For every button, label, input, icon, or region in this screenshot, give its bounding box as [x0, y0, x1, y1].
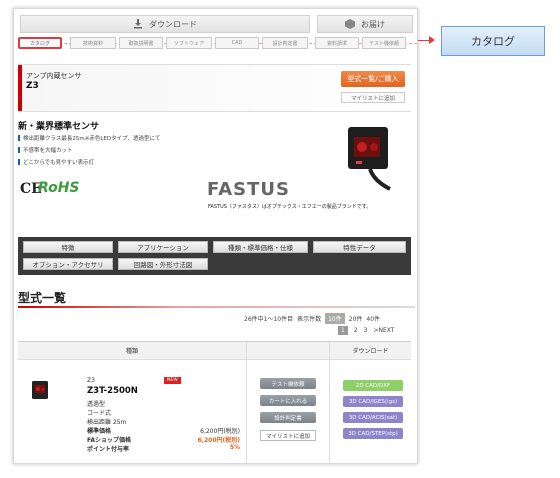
- points-rate: 5%: [229, 444, 240, 451]
- product-model: Z3: [26, 81, 39, 91]
- tab-catalog[interactable]: カタログ: [18, 37, 62, 49]
- item-spec: コード式: [87, 410, 112, 417]
- dl-3d-acis-button[interactable]: 3D CAD/ACIS(sat): [343, 412, 403, 423]
- sensor-product-image: [348, 127, 391, 191]
- feature-item: 検出距離クラス最長25m※赤色LEDタイプ、透過型にて: [18, 134, 160, 142]
- fastus-note: FASTUS（ファスタス）はオプテックス・エフエーの製品ブランドです。: [208, 204, 372, 210]
- nav-types-specs[interactable]: 種類・標準価格・仕様: [213, 241, 308, 253]
- col-action-header: [247, 342, 329, 360]
- tab-software[interactable]: ソフトウェア: [166, 37, 212, 49]
- pagination: 1 2 3 >NEXT: [338, 326, 394, 335]
- download-icon: [134, 19, 142, 29]
- page-2[interactable]: 2: [354, 327, 358, 334]
- item-series: Z3: [87, 377, 95, 384]
- nav-applications[interactable]: アプリケーション: [118, 241, 208, 253]
- feature-item: 不感帯を大幅カット: [18, 146, 73, 154]
- per-page-label: 表示件数: [297, 316, 322, 323]
- col-type-header: 種類: [18, 342, 246, 360]
- product-category: アンプ内蔵センサ: [26, 72, 82, 80]
- col-divider: [246, 342, 247, 463]
- fastus-logo: FASTUS: [207, 179, 290, 200]
- favorite-header-label: お届け: [361, 19, 385, 29]
- item-spec: 透過型: [87, 401, 106, 408]
- fa-price: 6,200円(税別): [197, 437, 240, 444]
- catalog-page: ダウンロード お届け カタログ 技術資料 取扱説明書 ソフトウェア CAD 設計…: [13, 8, 418, 464]
- item-model[interactable]: Z3T-2500N: [87, 386, 138, 396]
- feature-item: どこからでも見やすい表示灯: [18, 158, 94, 166]
- item-mylist-button[interactable]: マイリストに追加: [260, 430, 316, 441]
- tab-design-judgment[interactable]: 設計判定書: [262, 37, 308, 49]
- nav-characteristics[interactable]: 特性データ: [313, 241, 406, 253]
- feature-navigation: 特徴 アプリケーション 種類・標準価格・仕様 特性データ オプション・アクセサリ…: [18, 237, 411, 275]
- dl-2d-dxf-button[interactable]: 2D CAD/DXF: [343, 380, 403, 391]
- rohs-logo: RoHS: [38, 180, 80, 196]
- list-price: 6,200円(税別): [200, 428, 240, 435]
- tab-manual[interactable]: 取扱説明書: [119, 37, 163, 49]
- model-list-button[interactable]: 型式一覧/ご購入: [341, 71, 405, 87]
- points-label: ポイント付与率: [87, 446, 130, 453]
- price-label: 標準価格: [87, 428, 112, 435]
- section-divider: [18, 306, 415, 308]
- item-spec: 検出距離 25m: [87, 419, 127, 426]
- tab-test-unit[interactable]: テスト機依頼: [362, 37, 406, 49]
- arrow-right-icon: [429, 36, 435, 44]
- add-to-cart-button[interactable]: カートに入れる: [260, 395, 316, 406]
- new-badge: NEW: [164, 377, 181, 384]
- nav-circuit-dimensions[interactable]: 回路図・外形寸法図: [118, 258, 208, 270]
- tab-cad[interactable]: CAD: [215, 37, 259, 49]
- add-mylist-button[interactable]: マイリストに追加: [341, 92, 405, 103]
- dl-3d-step-button[interactable]: 3D CAD/STEP(stp): [343, 428, 403, 439]
- download-header-label: ダウンロード: [149, 19, 197, 29]
- test-unit-button[interactable]: テスト機依頼: [260, 378, 316, 389]
- catalog-callout: カタログ: [441, 26, 545, 56]
- favorite-header[interactable]: お届け: [317, 15, 413, 33]
- fa-price-label: FAショップ価格: [87, 437, 132, 444]
- design-judgment-button[interactable]: 設計判定書: [260, 412, 316, 423]
- section-title: 型式一覧: [18, 291, 67, 305]
- next-page-link[interactable]: >NEXT: [373, 327, 394, 334]
- result-count: 26件中1〜10件目: [244, 316, 294, 323]
- per-page-40[interactable]: 40件: [366, 314, 380, 323]
- nav-features[interactable]: 特徴: [23, 241, 113, 253]
- page-3[interactable]: 3: [364, 327, 368, 334]
- header-accent-bar: [18, 65, 22, 111]
- tab-request-docs[interactable]: 資料請求: [315, 37, 359, 49]
- tab-tech-docs[interactable]: 技術資料: [70, 37, 116, 49]
- per-page-20[interactable]: 20件: [349, 314, 363, 323]
- dl-3d-iges-button[interactable]: 3D CAD/IGES(igs): [343, 396, 403, 407]
- per-page-10[interactable]: 10件: [325, 313, 345, 324]
- page-1[interactable]: 1: [338, 326, 348, 335]
- model-thumbnail: [32, 381, 48, 399]
- product-header: アンプ内蔵センサ Z3 型式一覧/ご購入 マイリストに追加: [18, 64, 411, 112]
- box-icon: [345, 19, 355, 29]
- nav-options[interactable]: オプション・アクセサリ: [23, 258, 113, 270]
- download-tabs: カタログ 技術資料 取扱説明書 ソフトウェア CAD 設計判定書 資料請求 テス…: [18, 37, 417, 51]
- col-divider: [329, 342, 330, 463]
- result-summary: 26件中1〜10件目 表示件数 10件 20件 40件: [244, 313, 380, 324]
- col-download-header: ダウンロード: [330, 342, 411, 360]
- download-header[interactable]: ダウンロード: [20, 15, 310, 33]
- product-headline: 新・業界標準センサ: [18, 122, 100, 132]
